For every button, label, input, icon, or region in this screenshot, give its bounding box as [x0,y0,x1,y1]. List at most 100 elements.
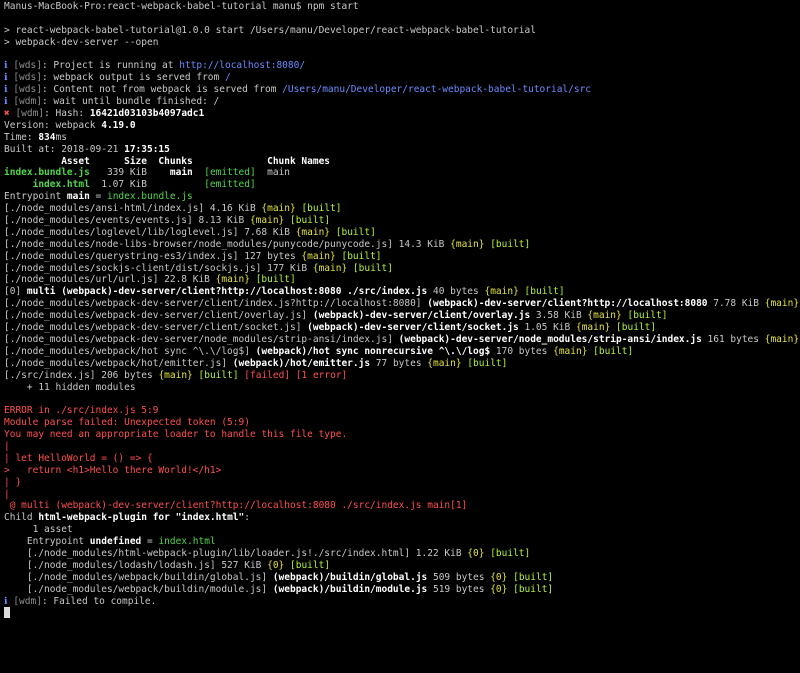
terminal-text: Child [4,512,39,524]
terminal-text: 7.78 KiB [707,298,765,310]
terminal-text: {main} [575,322,611,334]
terminal-text: : Failed to compile. [41,595,157,607]
terminal-text: main [169,167,193,179]
terminal-text: main [66,191,90,203]
terminal-text: {main} [484,286,519,298]
terminal-text: [./src/index.js] 206 bytes [4,369,159,381]
terminal-line: ERROR in ./src/index.js 5:9 [4,405,796,417]
terminal-line: [./node_modules/webpack-dev-server/node_… [4,333,800,346]
terminal-line: [./node_modules/events/events.js] 8.13 K… [4,215,796,227]
terminal-text: 16421d03103b4097adc1 [89,108,205,120]
terminal-text: [./node_modules/ansi-html/index.js] 4.16… [4,203,262,215]
terminal-text: Asset Size Chunks Chunk Names [4,155,331,167]
terminal-text: [./node_modules/webpack/buildin/module.j… [4,583,273,595]
terminal-text: [./node_modules/querystring-es3/index.js… [4,250,302,262]
terminal-text: > return <h1>Hello there World!</h1> [4,464,222,476]
terminal-text: /Users/manu/Developer/react-webpack-babe… [282,84,592,96]
terminal-text: ms [55,131,67,143]
terminal-text: 17:35:15 [124,143,170,155]
terminal-line: Entrypoint main = index.bundle.js [4,191,796,203]
terminal-text: 161 bytes [701,333,765,345]
terminal-text: [built] [198,369,239,381]
terminal-text: {main} [312,262,348,274]
terminal-text: | } [4,476,22,488]
terminal-text: [./node_modules/node-libs-browser/node_m… [4,238,451,250]
terminal-line: [./node_modules/querystring-es3/index.js… [4,251,796,263]
terminal-line: Asset Size Chunks Chunk Names [4,156,796,168]
terminal-line: ℹ [wds]: Content not from webpack is ser… [4,84,796,96]
terminal-text: 1 asset [4,524,73,536]
terminal-text: 509 bytes [427,571,491,583]
terminal-line: [./node_modules/loglevel/lib/loglevel.js… [4,227,796,239]
terminal-text: {0} [490,583,508,595]
terminal-text: 40 bytes [427,286,485,298]
terminal-text: [1 error] [295,369,348,381]
terminal-text: + 11 hidden modules [4,381,136,393]
terminal-text: (webpack)-dev-server/client?http://local… [427,298,708,310]
terminal-text: Entrypoint [4,191,67,203]
terminal-line: 1 asset [4,524,796,536]
terminal-line: > react-webpack-babel-tutorial@1.0.0 sta… [4,25,796,37]
terminal-text: ERROR in ./src/index.js 5:9 [4,405,159,417]
terminal-text: 834 [38,131,56,143]
terminal-text: [built] [490,238,531,250]
terminal-text: : webpack output is served from [41,72,225,84]
terminal-line: ℹ [wdm]: wait until bundle finished: / [4,96,796,108]
terminal-text: Built at: 2018-09-21 [4,143,125,155]
terminal-line: | [4,489,796,501]
terminal-text: [./node_modules/webpack-dev-server/clien… [4,298,428,310]
terminal-text: 170 bytes [490,345,554,357]
terminal-line: > webpack-dev-server --open [4,37,796,49]
terminal-text: [0] [4,286,27,298]
terminal-text: {main} [301,250,336,262]
terminal-text: [emitted] [204,167,256,179]
terminal-line: [./node_modules/webpack/hot sync ^\.\/lo… [4,346,796,358]
terminal-text: [wdm] [7,96,42,108]
terminal-text: @ multi (webpack)-dev-server/client?http… [4,500,468,512]
terminal-text: {main} [427,357,462,369]
terminal-line: index.bundle.js 339 KiB main [emitted] m… [4,167,796,179]
terminal-text: (webpack)/buildin/module.js [272,583,428,595]
terminal-line: [./node_modules/webpack-dev-server/clien… [4,298,799,310]
terminal-text: [failed] [244,369,291,381]
terminal-text: index.html [158,536,216,548]
terminal-line: Version: webpack 4.19.0 [4,120,796,132]
terminal-line: index.html 1.07 KiB [emitted] [4,179,796,191]
terminal-text: {main} [764,333,800,345]
terminal-text: : Project is running at [41,60,180,72]
terminal-text: [built] [341,250,382,262]
terminal-text: [built] [255,274,296,286]
terminal-text: [built] [352,262,393,274]
terminal-text: Time: [4,131,39,143]
terminal-text: [./node_modules/webpack-dev-server/node_… [4,333,399,345]
terminal-line: [0] multi (webpack)-dev-server/client?ht… [4,286,796,298]
terminal-text: | [4,440,10,452]
prompt-line[interactable] [4,607,796,619]
terminal-text: Version: webpack [4,119,102,131]
terminal-text: 77 bytes [370,357,428,369]
terminal-text: [./node_modules/url/url.js] 22.8 KiB [4,274,216,286]
terminal-text: [built] [490,547,531,559]
terminal-line: [./node_modules/webpack/hot/emitter.js] … [4,358,796,370]
terminal-text: [built] [290,559,331,571]
terminal-line: | let HelloWorld = () => { [4,453,796,465]
terminal-text: [built] [593,345,634,357]
terminal-text: html-webpack-plugin for "index.html" [38,512,245,524]
terminal-line: Child html-webpack-plugin for "index.htm… [4,512,796,524]
terminal-text: [built] [290,215,331,227]
terminal-output[interactable]: Manus-MacBook-Pro:react-webpack-babel-tu… [0,0,800,673]
terminal-text: > webpack-dev-server --open [4,36,159,48]
terminal-line: [./node_modules/sockjs-client/dist/sockj… [4,263,796,275]
terminal-text: multi (webpack)-dev-server/client?http:/… [26,286,428,298]
terminal-line: Module parse failed: Unexpected token (5… [4,417,796,429]
terminal-text: index.html [4,179,90,191]
terminal-line: + 11 hidden modules [4,382,796,394]
terminal-text: {main} [450,238,485,250]
terminal-line: ℹ [wdm]: Failed to compile. [4,596,796,608]
terminal-text: [wds] [7,84,42,96]
terminal-text: [built] [627,310,668,322]
terminal-text: [./node_modules/webpack/buildin/global.j… [4,571,273,583]
terminal-text: {0} [490,571,508,583]
